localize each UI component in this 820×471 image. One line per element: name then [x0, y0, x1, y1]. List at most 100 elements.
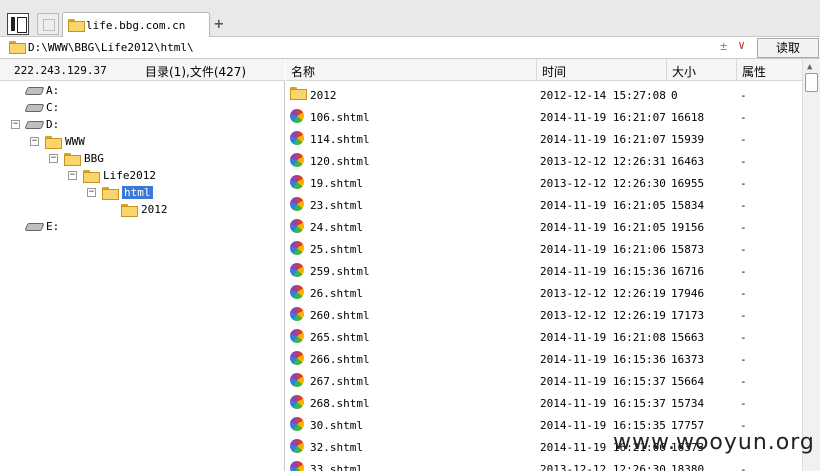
file-name: 33.shtml — [310, 463, 363, 471]
vertical-scrollbar[interactable]: ▲ — [802, 59, 820, 471]
file-row[interactable]: 23.shtml 2014-11-19 16:21:05 15834 - — [286, 194, 802, 216]
file-attr: - — [740, 375, 747, 388]
file-time: 2013-12-12 12:26:30 — [540, 463, 666, 471]
file-row[interactable]: 19.shtml 2013-12-12 12:26:30 16955 - — [286, 172, 802, 194]
file-row[interactable]: 267.shtml 2014-11-19 16:15:37 15664 - — [286, 370, 802, 392]
file-attr: - — [740, 199, 747, 212]
tree-header: 222.243.129.37 目录(1),文件(427) — [0, 59, 285, 81]
file-row[interactable]: 259.shtml 2014-11-19 16:15:36 16716 - — [286, 260, 802, 282]
file-icon — [290, 109, 304, 123]
file-row[interactable]: 33.shtml 2013-12-12 12:26:30 18380 - — [286, 458, 802, 471]
file-attr: - — [740, 89, 747, 102]
directory-tree-panel: 222.243.129.37 目录(1),文件(427) A: C: − D: − WWW… — [0, 59, 285, 471]
file-time: 2013-12-12 12:26:31 — [540, 155, 666, 168]
tree-label: A: — [46, 84, 60, 97]
file-time: 2014-11-19 16:15:36 — [540, 265, 666, 278]
column-size[interactable]: 大小 — [672, 63, 696, 80]
file-icon — [290, 219, 304, 233]
tree-label: D: — [46, 118, 60, 131]
file-row[interactable]: 120.shtml 2013-12-12 12:26:31 16463 - — [286, 150, 802, 172]
file-row[interactable]: 2012 2012-12-14 15:27:08 0 - — [286, 84, 802, 106]
add-tab-button[interactable]: + — [214, 14, 224, 33]
file-row[interactable]: 106.shtml 2014-11-19 16:21:07 16618 - — [286, 106, 802, 128]
file-attr: - — [740, 221, 747, 234]
collapse-toggle[interactable]: − — [30, 137, 39, 146]
column-attr[interactable]: 属性 — [742, 63, 766, 80]
file-name: 266.shtml — [310, 353, 370, 366]
file-icon — [290, 285, 304, 299]
file-row[interactable]: 266.shtml 2014-11-19 16:15:36 16373 - — [286, 348, 802, 370]
file-name: 19.shtml — [310, 177, 363, 190]
file-size: 0 — [671, 89, 678, 102]
file-row[interactable]: 268.shtml 2014-11-19 16:15:37 15734 - — [286, 392, 802, 414]
file-attr: - — [740, 133, 747, 146]
file-time: 2012-12-14 15:27:08 — [540, 89, 666, 102]
column-time[interactable]: 时间 — [542, 63, 566, 80]
tree-label: WWW — [65, 135, 85, 148]
file-time: 2014-11-19 16:21:05 — [540, 221, 666, 234]
file-icon — [290, 329, 304, 343]
file-row[interactable]: 24.shtml 2014-11-19 16:21:05 19156 - — [286, 216, 802, 238]
tree-label: E: — [46, 220, 60, 233]
file-row[interactable]: 265.shtml 2014-11-19 16:21:08 15663 - — [286, 326, 802, 348]
folder-icon — [83, 170, 100, 183]
file-size: 16955 — [671, 177, 705, 190]
file-name: 30.shtml — [310, 419, 363, 432]
file-time: 2013-12-12 12:26:19 — [540, 309, 666, 322]
file-attr: - — [740, 309, 747, 322]
collapse-toggle[interactable]: − — [87, 188, 96, 197]
file-time: 2013-12-12 12:26:19 — [540, 287, 666, 300]
folder-icon — [9, 41, 26, 54]
column-name[interactable]: 名称 — [291, 63, 315, 80]
file-icon — [290, 307, 304, 321]
file-attr: - — [740, 397, 747, 410]
file-manager-window: life.bbg.com.cn + D:\WWW\BBG\Life2012\ht… — [0, 0, 820, 471]
file-icon — [290, 263, 304, 277]
file-attr: - — [740, 353, 747, 366]
chevron-down-icon[interactable]: ∨ — [738, 38, 745, 52]
file-row[interactable]: 114.shtml 2014-11-19 16:21:07 15939 - — [286, 128, 802, 150]
tree-label: BBG — [84, 152, 104, 165]
file-row[interactable]: 260.shtml 2013-12-12 12:26:19 17173 - — [286, 304, 802, 326]
file-name: 2012 — [310, 89, 337, 102]
file-icon — [290, 197, 304, 211]
collapse-toggle[interactable]: − — [11, 120, 20, 129]
file-size: 15663 — [671, 331, 705, 344]
file-time: 2014-11-19 16:21:07 — [540, 133, 666, 146]
file-size: 19156 — [671, 221, 705, 234]
plus-minus-icon[interactable]: ± — [720, 39, 727, 53]
file-row[interactable]: 25.shtml 2014-11-19 16:21:06 15873 - — [286, 238, 802, 260]
file-time: 2013-12-12 12:26:30 — [540, 177, 666, 190]
file-icon — [290, 351, 304, 365]
file-name: 260.shtml — [310, 309, 370, 322]
panel-toggle-button[interactable] — [7, 13, 29, 35]
file-time: 2014-11-19 16:21:07 — [540, 111, 666, 124]
file-attr: - — [740, 111, 747, 124]
folder-icon — [45, 136, 62, 149]
item-count: 目录(1),文件(427) — [145, 65, 247, 79]
file-size: 15834 — [671, 199, 705, 212]
path-input[interactable]: D:\WWW\BBG\Life2012\html\ — [28, 41, 194, 54]
folder-icon — [121, 204, 138, 217]
file-name: 32.shtml — [310, 441, 363, 454]
collapse-toggle[interactable]: − — [49, 154, 58, 163]
file-name: 267.shtml — [310, 375, 370, 388]
file-list-header: 名称 时间 大小 属性 — [286, 59, 820, 81]
file-name: 23.shtml — [310, 199, 363, 212]
tree-label: C: — [46, 101, 60, 114]
scroll-thumb[interactable] — [805, 73, 818, 92]
file-attr: - — [740, 155, 747, 168]
tab-site[interactable]: life.bbg.com.cn — [62, 12, 210, 38]
window-button[interactable] — [37, 13, 59, 35]
scroll-up-icon[interactable]: ▲ — [807, 62, 812, 72]
file-row[interactable]: 26.shtml 2013-12-12 12:26:19 17946 - — [286, 282, 802, 304]
file-size: 16373 — [671, 353, 705, 366]
file-size: 17946 — [671, 287, 705, 300]
drive-icon — [26, 221, 42, 230]
collapse-toggle[interactable]: − — [68, 171, 77, 180]
tree-label: 2012 — [141, 203, 168, 216]
server-ip: 222.243.129.37 — [14, 64, 107, 77]
folder-icon — [68, 19, 85, 32]
drive-icon — [26, 119, 42, 128]
read-button[interactable]: 读取 — [757, 38, 819, 58]
